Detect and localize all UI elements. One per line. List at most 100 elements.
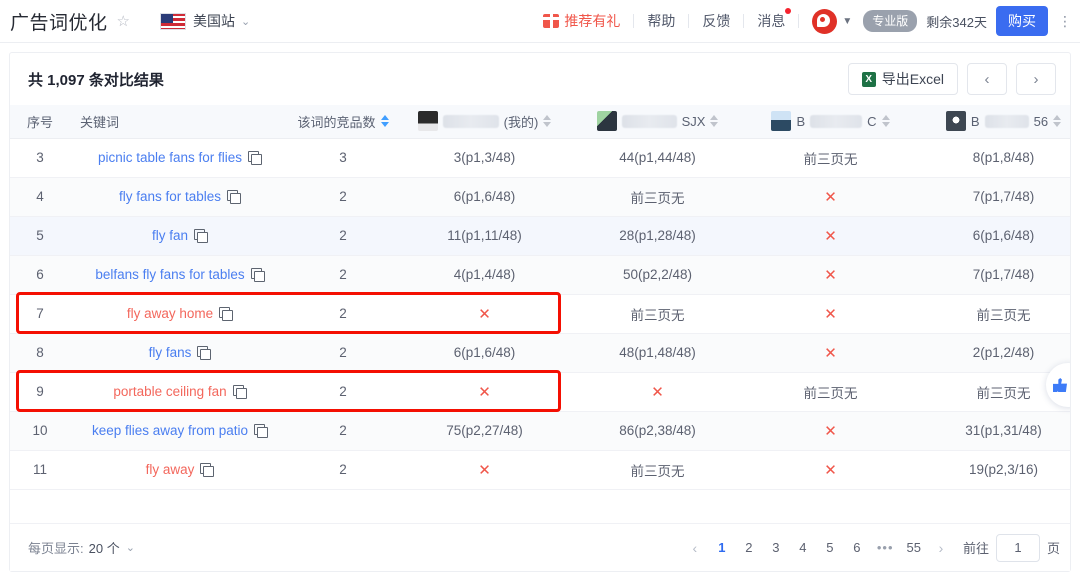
sort-toggle-icon[interactable] xyxy=(881,115,890,128)
divider xyxy=(688,14,690,28)
column-header-label: 序号 xyxy=(26,114,53,130)
chevron-down-icon: ⌄ xyxy=(125,542,135,554)
pagination-page-2[interactable]: 2 xyxy=(737,535,761,561)
copy-icon[interactable] xyxy=(250,267,265,282)
copy-icon[interactable] xyxy=(254,423,269,438)
sort-toggle-icon[interactable] xyxy=(380,115,389,128)
table-row[interactable]: 3 picnic table fans for flies 3 3(p1,3/48) 4… xyxy=(10,138,1070,178)
cell-rank-product-mine: 4(p1,4/48) xyxy=(398,255,571,295)
table-row[interactable]: 11 fly away 2 ✕ 前三页无 ✕ 19(p2,3/16) xyxy=(10,450,1070,490)
export-excel-label: 导出Excel xyxy=(881,71,944,87)
cell-rank-product-2: 前三页无 xyxy=(571,294,744,334)
redacted-product-name xyxy=(810,114,863,128)
table-row[interactable]: 4 fly fans for tables 2 6(p1,6/48) 前三页无 ✕ 7(p1… xyxy=(10,177,1070,217)
table-row[interactable]: 6 belfans fly fans for tables 2 4(p1,4/48) 5… xyxy=(10,255,1070,295)
sort-toggle-icon[interactable] xyxy=(1053,115,1062,128)
app-header: 广告词优化 ☆ 美国站 ⌄ 推荐有礼 帮助 反馈 消息 ▼ 专业版 剩余342天… xyxy=(0,0,1080,43)
export-excel-button[interactable]: 导出Excel xyxy=(847,63,958,95)
sort-toggle-icon[interactable] xyxy=(543,115,552,128)
not-ranked-x-icon: ✕ xyxy=(651,383,664,401)
keyword-link[interactable]: picnic table fans for flies xyxy=(98,150,242,165)
redacted-product-name xyxy=(621,114,677,128)
cell-index: 11 xyxy=(10,450,70,490)
column-header-prefix: B xyxy=(796,113,806,129)
column-header-product-3[interactable]: B C xyxy=(744,105,917,139)
copy-icon[interactable] xyxy=(197,345,212,360)
favorite-star-icon[interactable]: ☆ xyxy=(117,14,130,29)
column-header-product-2[interactable]: SJX xyxy=(571,105,744,139)
table-row[interactable]: 7 fly away home 2 ✕ 前三页无 ✕ 前三页无 xyxy=(10,294,1070,334)
copy-icon[interactable] xyxy=(194,228,209,243)
column-header-product-mine[interactable]: (我的) xyxy=(398,105,571,139)
table-row[interactable]: 8 fly fans 2 6(p1,6/48) 48(p1,48/48) ✕ 2(p1,2/… xyxy=(10,333,1070,373)
copy-icon[interactable] xyxy=(232,384,247,399)
gift-icon xyxy=(543,14,560,28)
copy-icon[interactable] xyxy=(200,462,215,477)
keyword-link[interactable]: keep flies away from patio xyxy=(92,423,248,438)
cell-rank-product-mine: 6(p1,6/48) xyxy=(398,333,571,373)
messages-link[interactable]: 消息 xyxy=(757,8,792,31)
cell-rank-product-3: ✕ xyxy=(744,177,917,217)
column-header-label: C xyxy=(867,113,877,129)
keyword-link[interactable]: fly fans xyxy=(149,345,192,360)
keyword-link[interactable]: portable ceiling fan xyxy=(113,384,226,399)
sort-toggle-icon[interactable] xyxy=(710,115,719,128)
pagination-page-6[interactable]: 6 xyxy=(845,535,869,561)
cell-rank-product-2: 前三页无 xyxy=(571,450,744,490)
copy-icon[interactable] xyxy=(219,306,234,321)
cell-keyword: fly fan xyxy=(70,216,288,256)
cell-rank-product-3: 前三页无 xyxy=(744,138,917,178)
goto-page-input[interactable] xyxy=(995,533,1040,562)
cell-rank-product-2: ✕ xyxy=(571,372,744,412)
column-header-prefix: B xyxy=(970,113,980,129)
table-row[interactable]: 5 fly fan 2 11(p1,11/48) 28(p1,28/48) ✕ 6(p1,6… xyxy=(10,216,1070,256)
cell-rank-product-mine: 6(p1,6/48) xyxy=(398,177,571,217)
cell-rank-product-4: 6(p1,6/48) xyxy=(917,216,1070,256)
pagination-next-icon[interactable]: › xyxy=(929,535,953,561)
cell-rank-product-3: 前三页无 xyxy=(744,372,917,412)
page-size-selector[interactable]: 每页显示: 20 个 ⌄ xyxy=(28,538,135,557)
account-menu[interactable]: ▼ xyxy=(812,8,852,34)
cell-keyword: picnic table fans for flies xyxy=(70,138,288,178)
cell-keyword: portable ceiling fan xyxy=(70,372,288,412)
cell-index: 9 xyxy=(10,372,70,412)
help-link[interactable]: 帮助 xyxy=(647,11,675,31)
keyword-link[interactable]: fly fans for tables xyxy=(119,189,221,204)
thumbs-up-icon xyxy=(1053,378,1067,392)
table-row[interactable]: 10 keep flies away from patio 2 75(p2,27/48… xyxy=(10,411,1070,451)
feedback-link[interactable]: 反馈 xyxy=(702,11,730,31)
site-selector[interactable]: 美国站 ⌄ xyxy=(159,11,250,31)
cell-rank-product-4: 7(p1,7/48) xyxy=(917,177,1070,217)
pagination-page-4[interactable]: 4 xyxy=(791,535,815,561)
referral-link[interactable]: 推荐有礼 xyxy=(543,11,620,31)
pagination-page-5[interactable]: 5 xyxy=(818,535,842,561)
cell-rank-product-2: 50(p2,2/48) xyxy=(571,255,744,295)
keyword-link[interactable]: belfans fly fans for tables xyxy=(95,267,244,282)
column-header-product-4[interactable]: B 56 xyxy=(917,105,1070,139)
keyword-link[interactable]: fly fan xyxy=(152,228,188,243)
pagination-page-3[interactable]: 3 xyxy=(764,535,788,561)
column-header-competitor-count[interactable]: 该词的竞品数 xyxy=(288,105,398,139)
result-count-label: 共 1,097 条对比结果 xyxy=(28,71,164,89)
page-title: 广告词优化 xyxy=(10,12,108,34)
card-toolbar: 共 1,097 条对比结果 导出Excel ‹ › xyxy=(10,53,1070,105)
cell-competitor-count: 2 xyxy=(288,216,398,256)
prev-page-button[interactable]: ‹ xyxy=(967,63,1007,95)
pagination-page-55[interactable]: 55 xyxy=(902,535,926,561)
cell-index: 5 xyxy=(10,216,70,256)
copy-icon[interactable] xyxy=(227,189,242,204)
keyword-link[interactable]: fly away home xyxy=(127,306,213,321)
cell-rank-product-mine: 75(p2,27/48) xyxy=(398,411,571,451)
not-ranked-x-icon: ✕ xyxy=(824,461,837,479)
not-ranked-x-icon: ✕ xyxy=(478,461,491,479)
pagination: ‹ 1 2 3 4 5 6 ••• 55 › xyxy=(683,535,953,561)
pagination-prev-icon[interactable]: ‹ xyxy=(683,535,707,561)
pagination-ellipsis[interactable]: ••• xyxy=(872,535,899,561)
buy-button[interactable]: 购买 xyxy=(996,6,1048,36)
more-icon[interactable]: ⋮ xyxy=(1058,13,1072,30)
pagination-page-1[interactable]: 1 xyxy=(710,535,734,561)
table-row[interactable]: 9 portable ceiling fan 2 ✕ ✕ 前三页无 前三页无 xyxy=(10,372,1070,412)
copy-icon[interactable] xyxy=(248,150,263,165)
next-page-button[interactable]: › xyxy=(1016,63,1056,95)
keyword-link[interactable]: fly away xyxy=(146,462,195,477)
